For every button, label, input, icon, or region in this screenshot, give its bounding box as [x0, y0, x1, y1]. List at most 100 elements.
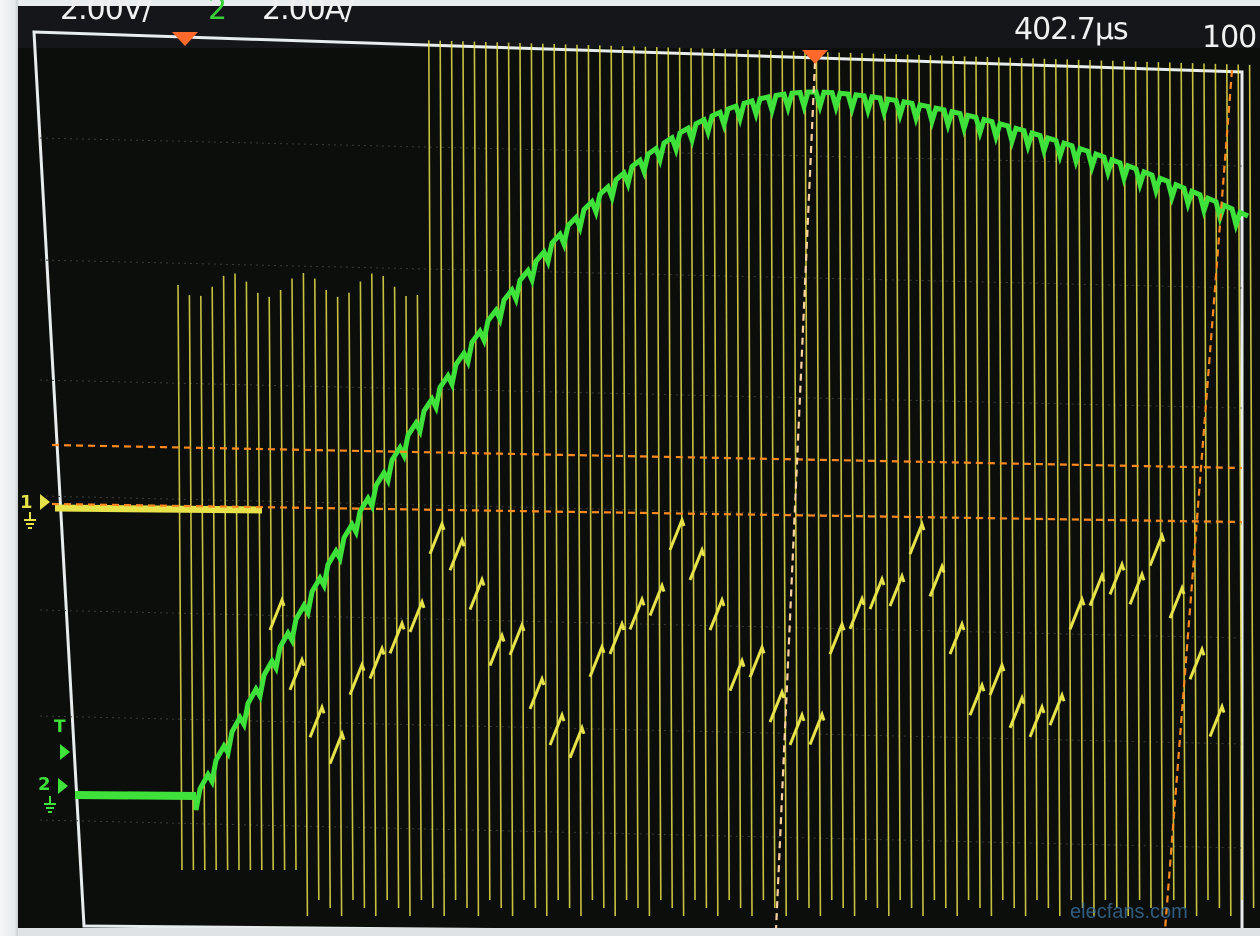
- ch1-switching-edge: [473, 41, 480, 917]
- ch1-switching-edge: [507, 42, 514, 917]
- ch1-switching-edge: [234, 273, 240, 871]
- ch2-green-trace: [74, 89, 1250, 811]
- ch1-switching-edge: [769, 50, 776, 909]
- ch1-switching-edge: [1112, 60, 1118, 909]
- ch1-switching-edge: [188, 295, 195, 871]
- ch1-switching-edge: [598, 45, 605, 909]
- ch1-switching-edge: [1055, 59, 1061, 917]
- ch1-switching-edge: [690, 48, 696, 901]
- ch1-switching-edge: [427, 40, 434, 909]
- ch1-switching-edge: [1214, 63, 1221, 909]
- ch1-switching-edge: [655, 47, 662, 901]
- svg-text:1: 1: [20, 492, 33, 513]
- ch1-switching-edge: [336, 296, 343, 917]
- ch1-switching-edge: [667, 47, 674, 909]
- ch1-switching-edge: [348, 292, 354, 901]
- trigger-level-marker: T: [54, 717, 70, 760]
- ch1-switching-edge: [1066, 59, 1072, 901]
- ch1-switching-edge: [587, 45, 594, 901]
- bottom-bezel: [18, 928, 1260, 936]
- ch1-switching-edge: [371, 273, 377, 917]
- ch1-switching-edge: [610, 45, 617, 917]
- ch1-switching-edge: [906, 54, 913, 909]
- ch1-switching-edge: [815, 51, 822, 917]
- ch1-switching-edge: [849, 52, 856, 917]
- ch1-switching-edge: [758, 50, 765, 901]
- ch1-switching-edge: [1157, 62, 1164, 917]
- ch1-switching-edge: [747, 49, 753, 917]
- ch1-switching-edge: [633, 46, 639, 909]
- ch1-switching-edge: [359, 281, 366, 909]
- trigger-position-marker: [172, 32, 198, 46]
- ch1-switching-edge: [895, 54, 902, 901]
- ch1-switching-edge: [963, 56, 970, 901]
- ch1-switching-edge: [279, 289, 286, 871]
- ch1-switching-edge: [576, 44, 582, 917]
- scope-screen: 1 T 2 elecfans.com: [20, 30, 1255, 936]
- grid-line: [39, 259, 1243, 289]
- ch1-switching-edge: [1020, 58, 1027, 917]
- oscilloscope-photo: 2.00V/ 2 2.00A/ 402.7µs 100 1 T 2 elecfa…: [0, 0, 1260, 936]
- ch1-switching-edge: [883, 53, 890, 917]
- ch1-baseline: [54, 504, 263, 514]
- ch1-switching-edge: [940, 55, 947, 909]
- ch1-switching-edge: [291, 278, 297, 871]
- ch1-switching-edge: [826, 52, 833, 901]
- ch1-switching-edge: [1100, 60, 1107, 901]
- ch1-switching-edge: [268, 296, 274, 871]
- ch1-switching-edge: [462, 41, 468, 909]
- ch1-switching-edge: [1077, 59, 1084, 909]
- svg-text:T: T: [54, 717, 66, 737]
- ch1-switching-edge: [929, 55, 936, 901]
- ch1-ground-marker: 1: [20, 492, 50, 529]
- ch1-switching-edge: [325, 290, 331, 909]
- ch1-switching-edge: [997, 57, 1004, 901]
- ch1-switching-edge: [553, 44, 560, 901]
- grid-line: [39, 715, 1243, 745]
- ch1-switching-edge: [1009, 57, 1016, 909]
- svg-text:2: 2: [38, 774, 51, 795]
- ch1-switching-edge: [302, 272, 309, 917]
- ch1-switching-edge: [416, 295, 423, 901]
- graticule-grid: [39, 137, 1243, 849]
- ch1-switching-edge: [564, 44, 571, 909]
- ch1-switching-edge: [519, 42, 525, 901]
- ch1-switching-edge: [918, 54, 924, 917]
- ch1-switching-edge: [678, 47, 685, 917]
- ch1-switching-edge: [257, 292, 263, 871]
- grid-line: [39, 379, 1243, 409]
- ch1-switching-edge: [496, 42, 503, 909]
- ch1-switching-edge: [222, 275, 229, 871]
- ch1-switching-edge: [1043, 58, 1050, 909]
- ch1-switching-edge: [541, 43, 548, 917]
- ch1-switching-edge: [1248, 64, 1255, 909]
- ch1-yellow-trace: [54, 40, 1255, 917]
- ch1-switching-edge: [701, 48, 708, 909]
- ch1-switching-edge: [872, 53, 879, 909]
- ch1-switching-edge: [952, 55, 959, 917]
- ch1-switching-edge: [1123, 61, 1129, 917]
- ch1-switching-edge: [530, 43, 537, 909]
- ch1-switching-edge: [712, 48, 719, 917]
- ch1-switching-edge: [177, 284, 183, 871]
- ch2-baseline: [74, 791, 197, 800]
- watermark-text: elecfans.com: [1070, 901, 1188, 923]
- ch1-switching-edge: [245, 281, 252, 871]
- ch1-switching-edge: [838, 52, 845, 909]
- ch1-switching-edge: [382, 275, 388, 901]
- ch1-switching-edge: [1146, 61, 1152, 909]
- ch1-switching-edge: [393, 286, 400, 909]
- ch1-switching-edge: [975, 56, 981, 909]
- ch1-switching-edge: [1089, 60, 1095, 917]
- ch1-switching-edge: [644, 46, 651, 917]
- ch1-switching-edge: [861, 53, 867, 901]
- ch1-switching-edge: [450, 40, 457, 901]
- grid-line: [39, 609, 1243, 639]
- ch1-switching-edge: [1032, 58, 1038, 901]
- ch1-switching-edge: [484, 41, 491, 901]
- ch1-switching-edge: [986, 57, 993, 917]
- ch1-switching-edge: [1226, 64, 1232, 917]
- ch1-switching-edge: [735, 49, 742, 909]
- ch1-switching-edge: [724, 49, 731, 901]
- ch2-ground-marker: 2: [38, 774, 68, 813]
